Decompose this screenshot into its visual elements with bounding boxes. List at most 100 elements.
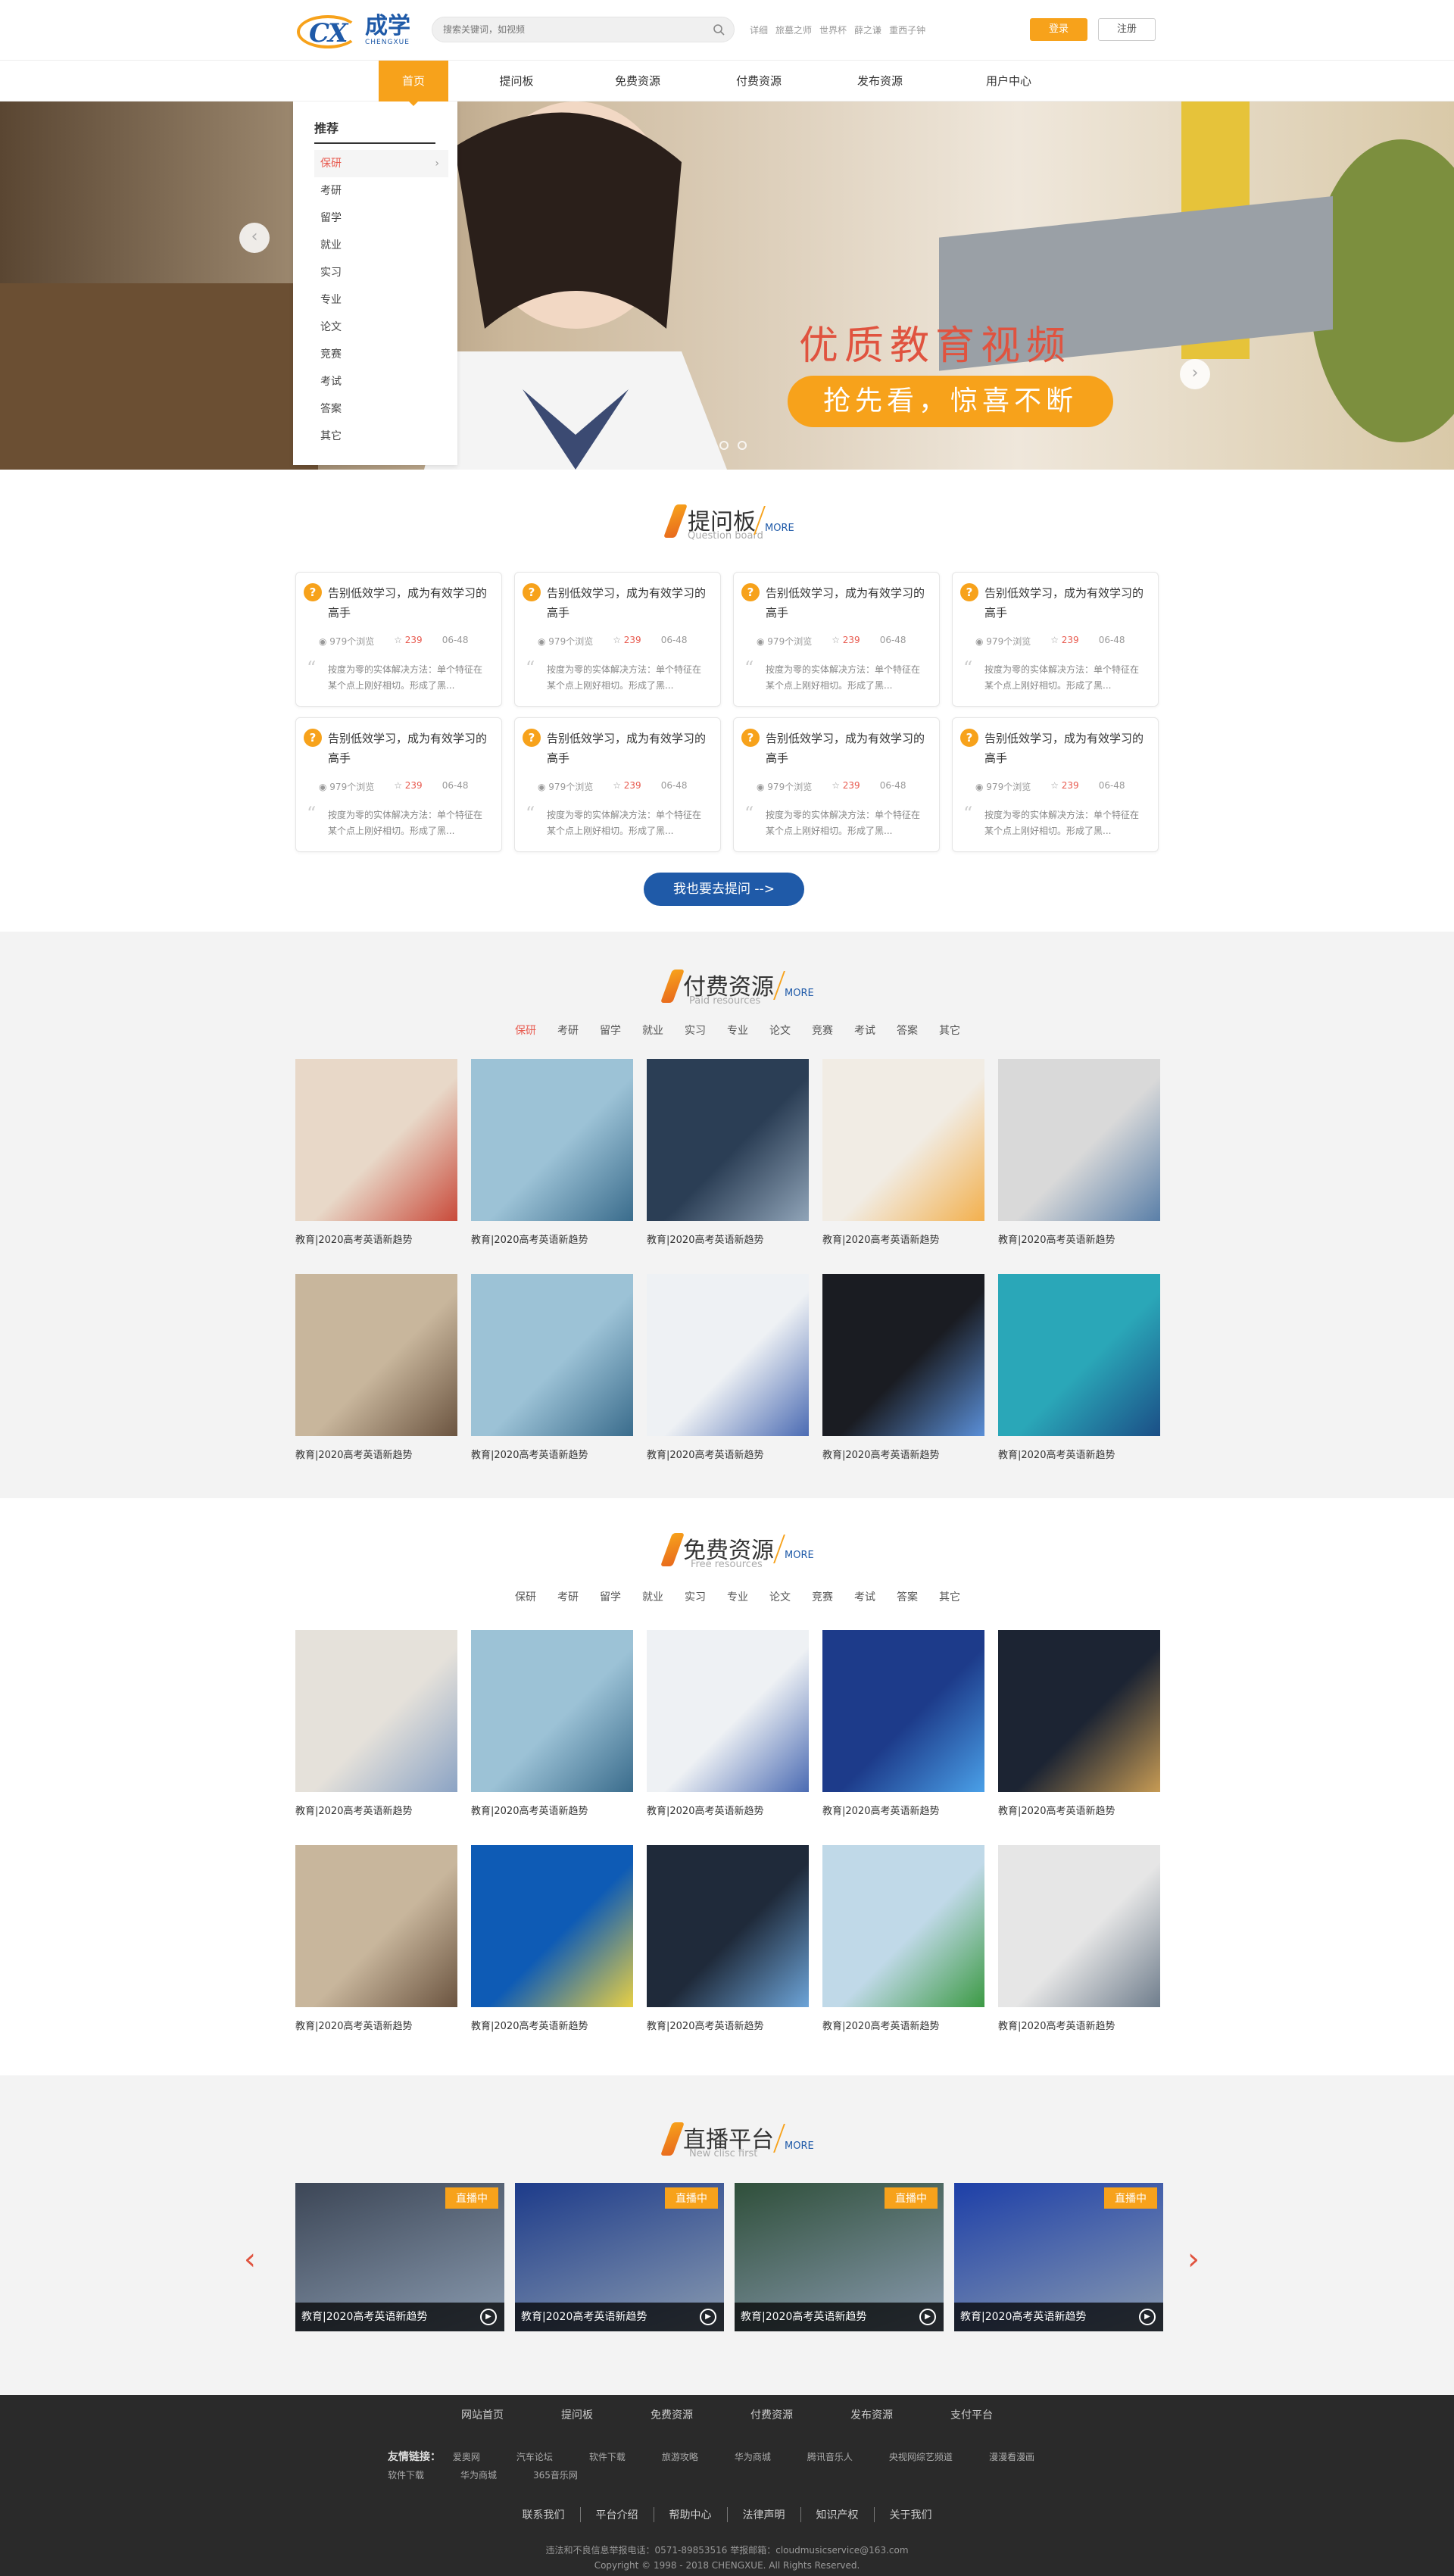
dropdown-item[interactable]: 专业 [314,286,448,314]
nav-paid[interactable]: 付费资源 [691,61,827,101]
friend-link[interactable]: 软件下载 [388,2466,424,2484]
resource-caption[interactable]: 教育|2020高考英语新趋势 [822,1232,984,1246]
hotword[interactable]: 详细 [750,23,768,36]
question-title[interactable]: 告别低效学习，成为有效学习的高手 [328,583,495,623]
dropdown-item[interactable]: 考研 [314,177,448,205]
dropdown-item[interactable]: 留学 [314,205,448,232]
more-link[interactable]: MORE [765,523,794,534]
dropdown-item[interactable]: 保研 [314,150,448,177]
friend-link[interactable]: 365音乐网 [533,2466,578,2484]
footer-nav-item[interactable]: 支付平台 [922,2407,1022,2422]
category-tab[interactable]: 其它 [939,1023,960,1038]
live-caption[interactable]: 教育|2020高考英语新趋势 [515,2303,724,2331]
category-tab[interactable]: 答案 [897,1023,918,1038]
resource-thumbnail[interactable] [998,1845,1160,2007]
question-title[interactable]: 告别低效学习，成为有效学习的高手 [766,583,932,623]
slide-dot[interactable] [738,441,747,450]
login-button[interactable]: 登录 [1030,18,1087,41]
resource-item[interactable]: 教育|2020高考英语新趋势 [822,1630,984,1817]
footer-link[interactable]: 法律声明 [728,2507,801,2522]
friend-link[interactable]: 爱奥网 [453,2448,480,2466]
resource-caption[interactable]: 教育|2020高考英语新趋势 [998,1447,1160,1461]
resource-caption[interactable]: 教育|2020高考英语新趋势 [647,1232,809,1246]
footer-link[interactable]: 帮助中心 [654,2507,728,2522]
dropdown-item[interactable]: 考试 [314,368,448,395]
footer-nav-item[interactable]: 网站首页 [432,2407,532,2422]
resource-thumbnail[interactable] [822,1274,984,1436]
category-tab[interactable]: 答案 [897,1589,918,1604]
category-tab[interactable]: 保研 [515,1589,536,1604]
friend-link[interactable]: 旅游攻略 [662,2448,698,2466]
nav-user-center[interactable]: 用户中心 [933,61,1084,101]
resource-item[interactable]: 教育|2020高考英语新趋势 [998,1274,1160,1461]
footer-nav-item[interactable]: 免费资源 [622,2407,722,2422]
resource-thumbnail[interactable] [295,1845,457,2007]
chevron-left-icon[interactable]: ‹ [244,2242,256,2277]
nav-questions[interactable]: 提问板 [448,61,585,101]
category-tab[interactable]: 留学 [600,1589,621,1604]
resource-thumbnail[interactable] [471,1630,633,1792]
question-title[interactable]: 告别低效学习，成为有效学习的高手 [984,729,1151,768]
live-caption[interactable]: 教育|2020高考英语新趋势 [954,2303,1163,2331]
hotword[interactable]: 世界杯 [819,23,847,36]
hotword[interactable]: 薛之谦 [854,23,881,36]
live-caption[interactable]: 教育|2020高考英语新趋势 [295,2303,504,2331]
footer-nav-item[interactable]: 付费资源 [722,2407,822,2422]
resource-item[interactable]: 教育|2020高考英语新趋势 [295,1630,457,1817]
resource-thumbnail[interactable] [822,1059,984,1221]
resource-item[interactable]: 教育|2020高考英语新趋势 [647,1630,809,1817]
more-link[interactable]: MORE [785,2140,814,2152]
register-button[interactable]: 注册 [1098,18,1156,41]
dropdown-item[interactable]: 实习 [314,259,448,286]
live-card[interactable]: 直播中 教育|2020高考英语新趋势 ▶ [735,2183,944,2331]
question-card[interactable]: ? 告别低效学习，成为有效学习的高手 ◉ 979个浏览 ☆ 239 06-48 “ 按度为零… [514,717,721,852]
play-icon[interactable]: ▶ [480,2309,497,2325]
resource-caption[interactable]: 教育|2020高考英语新趋势 [998,1803,1160,1817]
question-title[interactable]: 告别低效学习，成为有效学习的高手 [328,729,495,768]
hotword[interactable]: 重西子钟 [889,23,925,36]
resource-caption[interactable]: 教育|2020高考英语新趋势 [471,1447,633,1461]
question-title[interactable]: 告别低效学习，成为有效学习的高手 [984,583,1151,623]
hero-banner[interactable]: 推荐 保研 考研 留学 就业 实习 专业 论文 竞赛 考试 答案 其它 优质教育… [0,101,1454,470]
live-card[interactable]: 直播中 教育|2020高考英语新趋势 ▶ [295,2183,504,2331]
chevron-left-icon[interactable]: ‹ [239,223,270,253]
play-icon[interactable]: ▶ [700,2309,716,2325]
category-tab[interactable]: 实习 [685,1023,706,1038]
category-tab[interactable]: 考试 [854,1023,875,1038]
category-tab[interactable]: 考试 [854,1589,875,1604]
resource-caption[interactable]: 教育|2020高考英语新趋势 [822,1447,984,1461]
resource-item[interactable]: 教育|2020高考英语新趋势 [647,1059,809,1246]
category-tab[interactable]: 专业 [727,1589,748,1604]
footer-link[interactable]: 平台介绍 [581,2507,654,2522]
category-tab[interactable]: 考研 [557,1023,579,1038]
resource-caption[interactable]: 教育|2020高考英语新趋势 [295,2018,457,2032]
resource-thumbnail[interactable] [998,1059,1160,1221]
resource-item[interactable]: 教育|2020高考英语新趋势 [647,1845,809,2032]
resource-thumbnail[interactable] [647,1059,809,1221]
dropdown-item[interactable]: 竞赛 [314,341,448,368]
question-card[interactable]: ? 告别低效学习，成为有效学习的高手 ◉ 979个浏览 ☆ 239 06-48 “ 按度为零… [733,717,940,852]
search-icon[interactable] [704,17,734,42]
question-card[interactable]: ? 告别低效学习，成为有效学习的高手 ◉ 979个浏览 ☆ 239 06-48 “ 按度为零… [514,572,721,707]
resource-item[interactable]: 教育|2020高考英语新趋势 [295,1059,457,1246]
dropdown-item[interactable]: 论文 [314,314,448,341]
footer-link[interactable]: 知识产权 [801,2507,875,2522]
category-tab[interactable]: 实习 [685,1589,706,1604]
resource-thumbnail[interactable] [647,1274,809,1436]
live-card[interactable]: 直播中 教育|2020高考英语新趋势 ▶ [515,2183,724,2331]
resource-item[interactable]: 教育|2020高考英语新趋势 [471,1630,633,1817]
dropdown-item[interactable]: 答案 [314,395,448,423]
category-tab[interactable]: 其它 [939,1589,960,1604]
dropdown-item[interactable]: 就业 [314,232,448,259]
resource-item[interactable]: 教育|2020高考英语新趋势 [471,1274,633,1461]
category-tab[interactable]: 竞赛 [812,1589,833,1604]
resource-caption[interactable]: 教育|2020高考英语新趋势 [647,1447,809,1461]
category-tab[interactable]: 论文 [769,1023,791,1038]
resource-caption[interactable]: 教育|2020高考英语新趋势 [295,1803,457,1817]
live-card[interactable]: 直播中 教育|2020高考英语新趋势 ▶ [954,2183,1163,2331]
nav-publish[interactable]: 发布资源 [827,61,933,101]
chevron-right-icon[interactable]: › [1180,359,1210,389]
footer-link[interactable]: 联系我们 [507,2507,581,2522]
resource-item[interactable]: 教育|2020高考英语新趋势 [998,1059,1160,1246]
footer-link[interactable]: 关于我们 [875,2507,947,2522]
